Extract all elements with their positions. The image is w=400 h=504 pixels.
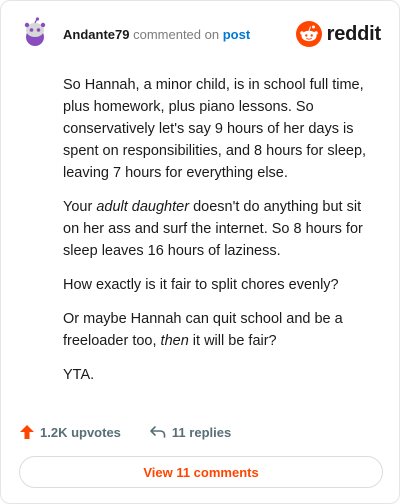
upvote-count: 1.2K upvotes	[40, 424, 121, 440]
reddit-logo-icon	[295, 21, 322, 47]
upvote-arrow-icon	[20, 425, 34, 439]
emphasis-text: adult daughter	[96, 199, 190, 215]
avatar-snoo-icon	[19, 17, 51, 49]
avatar[interactable]	[19, 17, 51, 49]
text-segment: Your	[63, 199, 97, 215]
action-text: commented on	[133, 27, 220, 42]
comment-paragraph-2: Your adult daughter doesn't do anything …	[63, 196, 381, 262]
comment-paragraph-3: How exactly is it fair to split chores e…	[63, 277, 339, 293]
comment-actions: 1.2K upvotes 11 replies	[19, 421, 259, 443]
comment-body: So Hannah, a minor child, is in school f…	[63, 74, 381, 398]
upvote-button[interactable]: 1.2K upvotes	[19, 424, 121, 440]
reply-arrow-icon	[150, 426, 166, 438]
comment-meta: Andante79 commented on post	[63, 27, 250, 43]
replies-count: 11 replies	[171, 424, 232, 440]
comment-header: Andante79 commented on post reddit	[19, 17, 381, 51]
post-link[interactable]: post	[223, 27, 250, 42]
reddit-logo[interactable]: reddit	[295, 21, 382, 47]
comment-card: Andante79 commented on post reddit So Ha…	[0, 0, 400, 504]
username[interactable]: Andante79	[63, 27, 129, 42]
comment-paragraph-1: So Hannah, a minor child, is in school f…	[63, 77, 367, 181]
view-comments-label: View 11 comments	[143, 464, 259, 480]
reddit-wordmark: reddit	[326, 22, 382, 45]
comment-paragraph-4: Or maybe Hannah can quit school and be a…	[63, 308, 381, 352]
replies-button[interactable]: 11 replies	[149, 424, 231, 440]
view-comments-button[interactable]: View 11 comments	[19, 456, 383, 488]
text-segment: it will be fair?	[188, 333, 277, 349]
emphasis-text: then	[160, 333, 189, 349]
comment-paragraph-5: YTA.	[63, 367, 95, 383]
